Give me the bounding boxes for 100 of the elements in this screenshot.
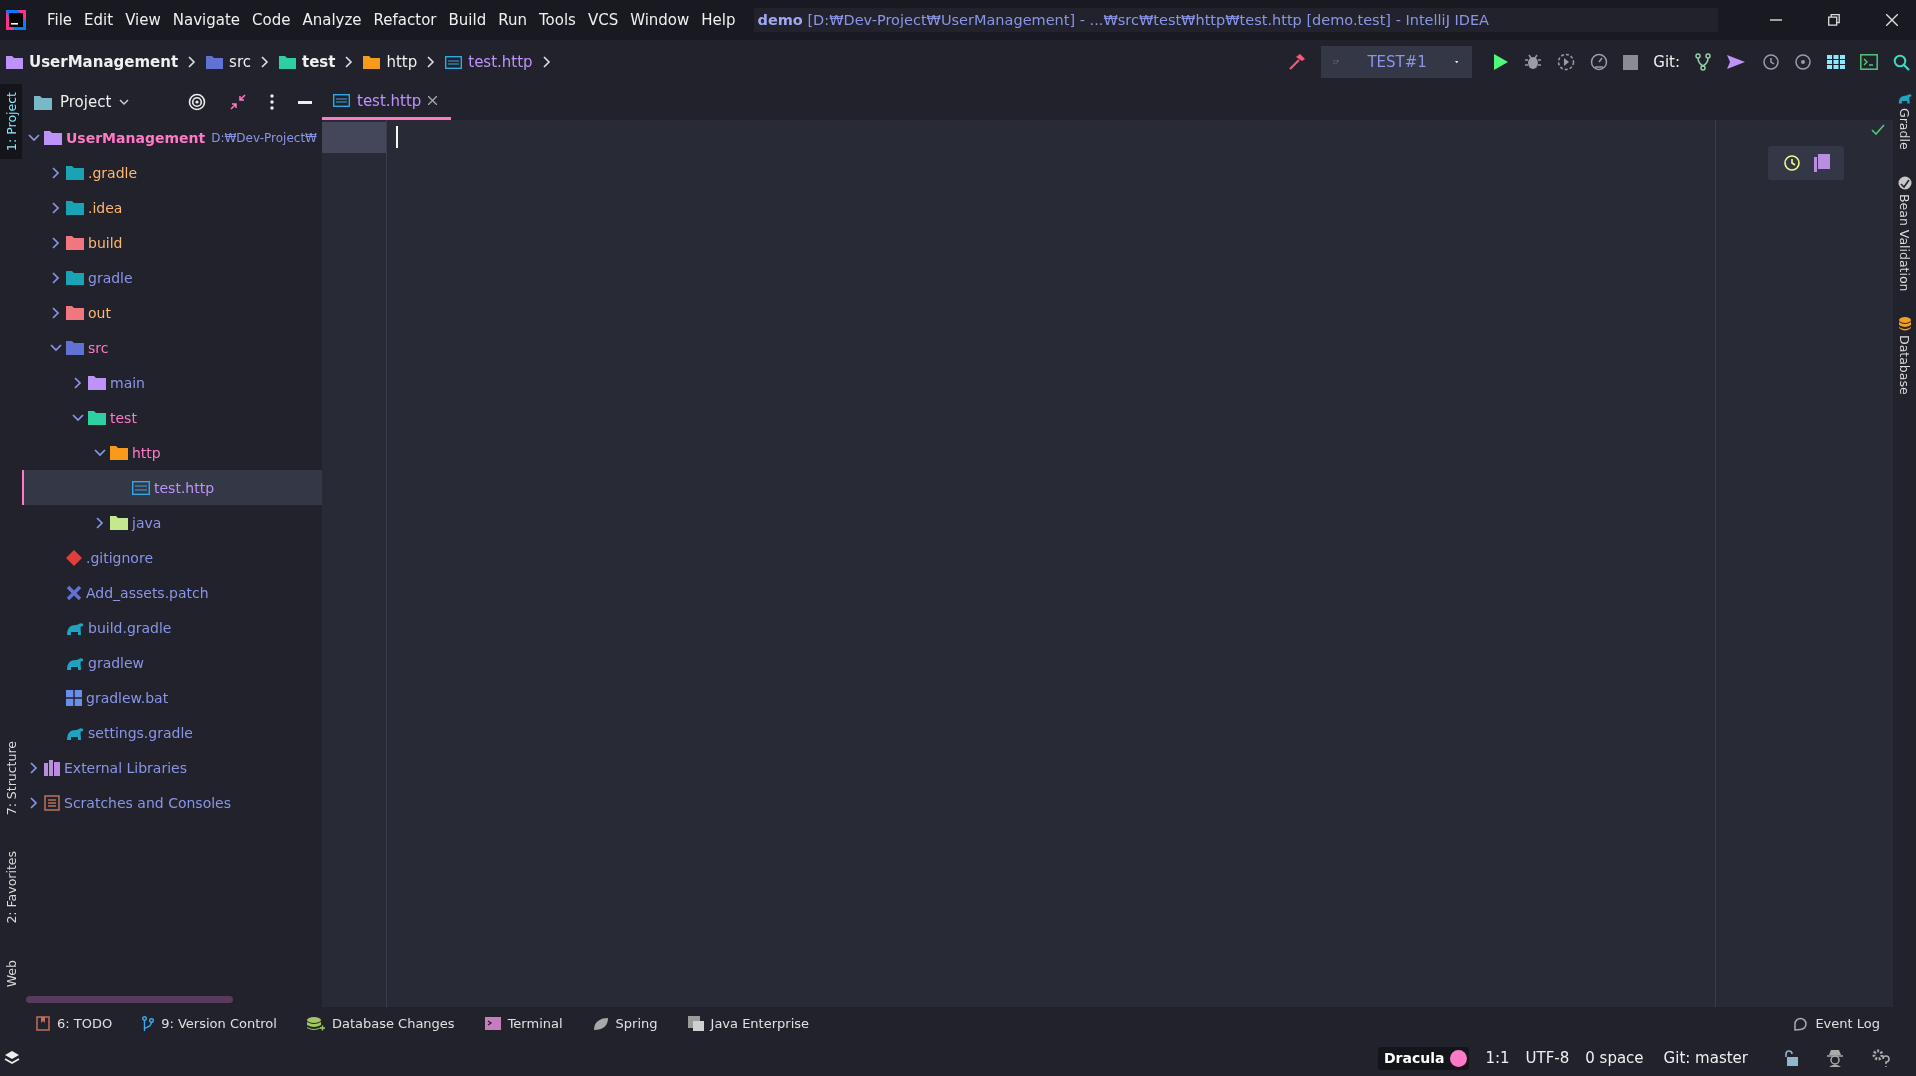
- tool-window-tab[interactable]: Web: [0, 951, 22, 995]
- chevron-icon[interactable]: [50, 201, 62, 214]
- project-view-dropdown[interactable]: Project: [34, 93, 130, 111]
- breadcrumb[interactable]: UserManagement: [6, 53, 179, 71]
- menu-item[interactable]: Help: [695, 11, 742, 29]
- menu-item[interactable]: Build: [442, 11, 493, 29]
- menu-item[interactable]: Code: [246, 11, 297, 29]
- settings-help-icon[interactable]: [1872, 1049, 1890, 1067]
- tree-item[interactable]: src: [22, 330, 322, 365]
- menu-item[interactable]: View: [119, 11, 167, 29]
- branch-icon[interactable]: [1695, 53, 1711, 71]
- chevron-icon[interactable]: [72, 376, 84, 389]
- git-branch-selector[interactable]: Git: master: [1663, 1049, 1748, 1067]
- stop-icon[interactable]: [1623, 54, 1639, 70]
- tool-window-tab[interactable]: 1: Project: [0, 84, 22, 159]
- caret-position[interactable]: 1:1: [1485, 1049, 1510, 1067]
- rollback-icon[interactable]: [1794, 53, 1812, 71]
- search-icon[interactable]: [1893, 53, 1910, 71]
- tool-window-button[interactable]: Terminal: [484, 1016, 563, 1031]
- tree-item[interactable]: .idea: [22, 190, 322, 225]
- chevron-icon[interactable]: [50, 306, 62, 319]
- lock-icon[interactable]: [1784, 1050, 1798, 1066]
- tool-window-tab[interactable]: 2: Favorites: [0, 843, 22, 932]
- tool-window-button[interactable]: Java Enterprise: [687, 1016, 809, 1031]
- chevron-icon[interactable]: [50, 271, 62, 284]
- tool-window-tab[interactable]: Bean Validation: [1897, 175, 1912, 292]
- close-tab-icon[interactable]: [428, 96, 438, 105]
- tree-item[interactable]: gradlew: [22, 645, 322, 680]
- tree-item[interactable]: build.gradle: [22, 610, 322, 645]
- menu-item[interactable]: Refactor: [367, 11, 443, 29]
- scrollbar[interactable]: [26, 996, 233, 1003]
- hammer-icon[interactable]: [1288, 53, 1307, 71]
- tool-window-tab[interactable]: 7: Structure: [0, 732, 22, 824]
- tree-item[interactable]: java: [22, 505, 322, 540]
- tree-item[interactable]: .gitignore: [22, 540, 322, 575]
- menu-item[interactable]: Tools: [532, 11, 582, 29]
- chevron-icon[interactable]: [50, 236, 62, 249]
- profiler-icon[interactable]: [1590, 53, 1609, 71]
- database-icon: [1898, 317, 1911, 332]
- tool-window-button[interactable]: 9: Version Control: [142, 1016, 277, 1031]
- copy-icon[interactable]: [1814, 154, 1830, 172]
- locate-icon[interactable]: [188, 93, 206, 111]
- run-configuration-dropdown[interactable]: TEST#1: [1321, 46, 1473, 78]
- hide-icon[interactable]: [298, 100, 312, 104]
- tool-window-button[interactable]: Database Changes: [306, 1016, 455, 1031]
- tree-item[interactable]: .gradle: [22, 155, 322, 190]
- restore-icon[interactable]: [1828, 14, 1840, 26]
- menu-item[interactable]: Navigate: [166, 11, 247, 29]
- encoding-selector[interactable]: UTF-8: [1525, 1049, 1570, 1067]
- breadcrumb[interactable]: src: [206, 53, 251, 71]
- tool-window-button[interactable]: 6: TODO: [36, 1016, 113, 1031]
- menu-item[interactable]: Run: [492, 11, 533, 29]
- tree-item[interactable]: main: [22, 365, 322, 400]
- tree-item[interactable]: Scratches and Consoles: [22, 785, 322, 820]
- tree-item[interactable]: UserManagement D:₩Dev-Project₩: [22, 120, 322, 155]
- tool-window-tab[interactable]: Gradle: [1897, 92, 1912, 150]
- coverage-icon[interactable]: [1557, 53, 1576, 71]
- tool-window-tab[interactable]: Database: [1897, 317, 1912, 395]
- more-options-icon[interactable]: [270, 94, 274, 110]
- breadcrumb[interactable]: test: [279, 53, 336, 71]
- breadcrumb[interactable]: test.http: [445, 53, 533, 71]
- tree-item[interactable]: http: [22, 435, 322, 470]
- grid-icon[interactable]: [1827, 55, 1845, 69]
- chevron-icon[interactable]: [28, 796, 40, 809]
- chevron-icon[interactable]: [94, 446, 106, 459]
- tree-item[interactable]: gradle: [22, 260, 322, 295]
- collapse-icon[interactable]: [230, 94, 246, 110]
- menu-item[interactable]: File: [41, 11, 79, 29]
- chevron-icon[interactable]: [72, 411, 84, 424]
- menu-item[interactable]: Analyze: [296, 11, 368, 29]
- tree-item[interactable]: out: [22, 295, 322, 330]
- indent-selector[interactable]: 0 space: [1585, 1049, 1644, 1067]
- menu-item[interactable]: Window: [624, 11, 696, 29]
- layers-icon[interactable]: [4, 1050, 20, 1066]
- chevron-icon[interactable]: [28, 761, 40, 774]
- history-icon[interactable]: [1761, 53, 1779, 71]
- chevron-icon[interactable]: [50, 341, 62, 354]
- chevron-icon[interactable]: [28, 131, 40, 144]
- terminal-icon[interactable]: [1860, 54, 1878, 70]
- tree-item[interactable]: build: [22, 225, 322, 260]
- tree-item[interactable]: test.http: [22, 470, 322, 505]
- event-log-button[interactable]: Event Log: [1793, 1016, 1916, 1031]
- inspector-icon[interactable]: [1826, 1049, 1844, 1067]
- debug-icon[interactable]: [1524, 53, 1543, 71]
- tree-item[interactable]: Add_assets.patch: [22, 575, 322, 610]
- run-icon[interactable]: [1493, 53, 1510, 71]
- menu-item[interactable]: Edit: [78, 11, 120, 29]
- breadcrumb[interactable]: http: [363, 53, 418, 71]
- history-icon[interactable]: [1782, 154, 1800, 172]
- close-icon[interactable]: [1886, 14, 1898, 26]
- tree-item[interactable]: test: [22, 400, 322, 435]
- menu-item[interactable]: VCS: [581, 11, 625, 29]
- tree-item[interactable]: External Libraries: [22, 750, 322, 785]
- tree-item[interactable]: settings.gradle: [22, 715, 322, 750]
- tree-item[interactable]: gradlew.bat: [22, 680, 322, 715]
- chevron-icon[interactable]: [94, 516, 106, 529]
- tool-window-button[interactable]: Spring: [592, 1016, 658, 1031]
- push-icon[interactable]: [1726, 54, 1746, 70]
- theme-badge[interactable]: Dracula: [1377, 1046, 1470, 1070]
- chevron-icon[interactable]: [50, 166, 62, 179]
